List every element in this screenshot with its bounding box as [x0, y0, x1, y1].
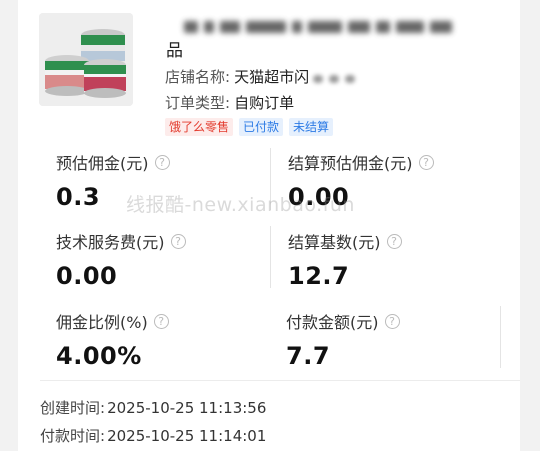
help-icon[interactable]: ? — [153, 313, 169, 329]
paid-time-label: 付款时间: — [40, 427, 106, 445]
help-icon[interactable]: ? — [386, 233, 402, 249]
divider — [270, 148, 271, 210]
created-time-value: 2025-10-25 11:13:56 — [107, 399, 267, 417]
payment-status-tag: 已付款 — [239, 118, 284, 136]
cat-food-cans-image — [39, 13, 133, 106]
product-title-tail: 品 — [166, 41, 183, 61]
metric-value: 0.00 — [288, 183, 350, 211]
product-image[interactable] — [39, 13, 133, 106]
metric-label: 结算基数(元) — [288, 233, 381, 252]
shop-name-label: 店铺名称: — [165, 68, 231, 86]
platform-tag: 饿了么零售 — [165, 118, 234, 136]
metric-commission-rate: 佣金比例(%)? 4.00% — [56, 309, 256, 370]
metric-label: 结算预估佣金(元) — [288, 154, 413, 173]
created-time-label: 创建时间: — [40, 399, 106, 417]
status-tags: 饿了么零售 已付款 未结算 — [165, 118, 334, 136]
metric-label: 佣金比例(%) — [56, 313, 148, 332]
help-icon[interactable]: ? — [170, 233, 186, 249]
metric-value: 12.7 — [288, 262, 350, 290]
metric-label: 技术服务费(元) — [56, 233, 165, 252]
metric-payment-amount: 付款金额(元)? 7.7 — [286, 309, 486, 370]
order-type-value: 自购订单 — [234, 94, 295, 112]
shop-name-value: 天猫超市闪 — [234, 68, 310, 86]
help-icon[interactable]: ? — [418, 154, 434, 170]
help-icon[interactable]: ? — [384, 313, 400, 329]
order-type-row: 订单类型: 自购订单 — [165, 92, 294, 113]
metric-service-fee: 技术服务费(元)? 0.00 — [56, 229, 256, 290]
order-card: 品 店铺名称: 天猫超市闪 订单类型: 自购订单 饿了么零售 已付款 未结算 预估佣… — [18, 0, 520, 451]
metric-settle-est-commission: 结算预估佣金(元)? 0.00 — [288, 150, 488, 211]
product-title-redacted — [184, 14, 516, 40]
metric-label: 预估佣金(元) — [56, 154, 149, 173]
shop-name-row: 店铺名称: 天猫超市闪 — [165, 66, 361, 87]
metric-value: 0.00 — [56, 262, 118, 290]
divider — [500, 306, 501, 368]
metric-value: 4.00% — [56, 342, 142, 370]
settlement-status-tag: 未结算 — [289, 118, 334, 136]
help-icon[interactable]: ? — [154, 154, 170, 170]
shop-name-redacted — [313, 69, 361, 87]
section-divider — [40, 380, 520, 381]
metric-value: 7.7 — [286, 342, 331, 370]
metric-value: 0.3 — [56, 183, 101, 211]
order-type-label: 订单类型: — [165, 94, 231, 112]
metric-settle-base: 结算基数(元)? 12.7 — [288, 229, 488, 290]
divider — [270, 226, 271, 288]
paid-time-row: 付款时间: 2025-10-25 11:14:01 — [40, 425, 266, 446]
paid-time-value: 2025-10-25 11:14:01 — [107, 427, 267, 445]
metric-label: 付款金额(元) — [286, 313, 379, 332]
created-time-row: 创建时间: 2025-10-25 11:13:56 — [40, 397, 266, 418]
metric-est-commission: 预估佣金(元)? 0.3 — [56, 150, 256, 211]
